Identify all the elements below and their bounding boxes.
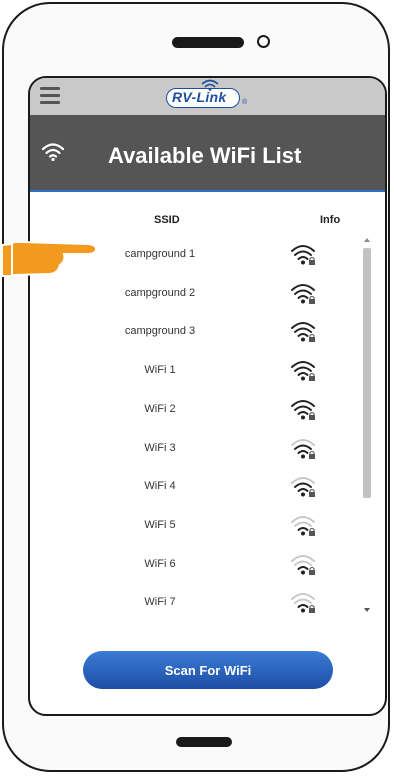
hamburger-icon[interactable] xyxy=(40,87,60,104)
wifi-ssid-label: campground 3 xyxy=(124,325,196,338)
wifi-ssid-label: WiFi 1 xyxy=(144,364,176,377)
wifi-ssid-label: WiFi 3 xyxy=(144,441,176,454)
wifi-signal-info-icon[interactable] xyxy=(290,319,318,345)
column-header-info: Info xyxy=(320,214,341,226)
wifi-signal-info-icon[interactable] xyxy=(290,552,318,578)
wifi-signal-info-icon[interactable] xyxy=(290,397,318,423)
scroll-down-arrow-icon[interactable] xyxy=(364,608,370,612)
wifi-ssid-label: WiFi 2 xyxy=(144,402,176,415)
app-screen: RV-Link ® Available WiFi List SSID Info … xyxy=(28,76,387,716)
logo-text: RV-Link xyxy=(172,89,227,105)
wifi-ssid-label: campground 1 xyxy=(124,248,196,260)
wifi-signal-info-icon[interactable] xyxy=(290,242,318,268)
wifi-signal-info-icon[interactable] xyxy=(290,358,318,384)
wifi-ssid-label: WiFi 4 xyxy=(144,480,176,493)
wifi-signal-info-icon[interactable] xyxy=(290,436,318,462)
wifi-list-row[interactable]: campground 1 xyxy=(90,240,330,272)
page-header: Available WiFi List xyxy=(30,115,385,192)
top-bar: RV-Link ® xyxy=(30,78,385,115)
wifi-signal-info-icon[interactable] xyxy=(290,513,318,539)
front-camera xyxy=(257,35,270,48)
page-title: Available WiFi List xyxy=(108,143,302,168)
wifi-ssid-label: campground 2 xyxy=(124,286,196,299)
wifi-list-row[interactable]: WiFi 1 xyxy=(90,356,330,388)
wifi-list-row[interactable]: WiFi 4 xyxy=(90,472,330,504)
wifi-list-row[interactable]: WiFi 2 xyxy=(90,395,330,427)
wifi-signal-info-icon[interactable] xyxy=(290,474,318,500)
scroll-up-arrow-icon[interactable] xyxy=(364,238,370,242)
wifi-list-row[interactable]: campground 3 xyxy=(90,317,330,349)
phone-frame: RV-Link ® Available WiFi List SSID Info … xyxy=(2,2,390,772)
scan-for-wifi-button[interactable]: Scan For WiFi xyxy=(83,651,333,689)
wifi-list-row[interactable]: WiFi 6 xyxy=(90,550,330,582)
wifi-ssid-label: WiFi 7 xyxy=(144,596,176,609)
pointing-hand-icon xyxy=(1,240,98,277)
wifi-list-row[interactable]: WiFi 7 xyxy=(90,588,330,620)
wifi-ssid-label: WiFi 5 xyxy=(144,518,176,531)
wifi-list-row[interactable]: campground 2 xyxy=(90,279,330,311)
column-header-ssid: SSID xyxy=(154,214,180,226)
wifi-list-row[interactable]: WiFi 5 xyxy=(90,511,330,543)
home-button[interactable] xyxy=(176,737,232,747)
wifi-signal-info-icon[interactable] xyxy=(290,590,318,616)
wifi-list-row[interactable]: WiFi 3 xyxy=(90,434,330,466)
wifi-icon xyxy=(42,143,64,161)
rv-link-logo: RV-Link ® xyxy=(166,79,262,111)
scrollbar-thumb[interactable] xyxy=(363,248,371,498)
wifi-signal-info-icon[interactable] xyxy=(290,281,318,307)
wifi-ssid-label: WiFi 6 xyxy=(144,557,176,570)
speaker-grille xyxy=(172,37,244,48)
scrollbar[interactable] xyxy=(363,238,373,614)
